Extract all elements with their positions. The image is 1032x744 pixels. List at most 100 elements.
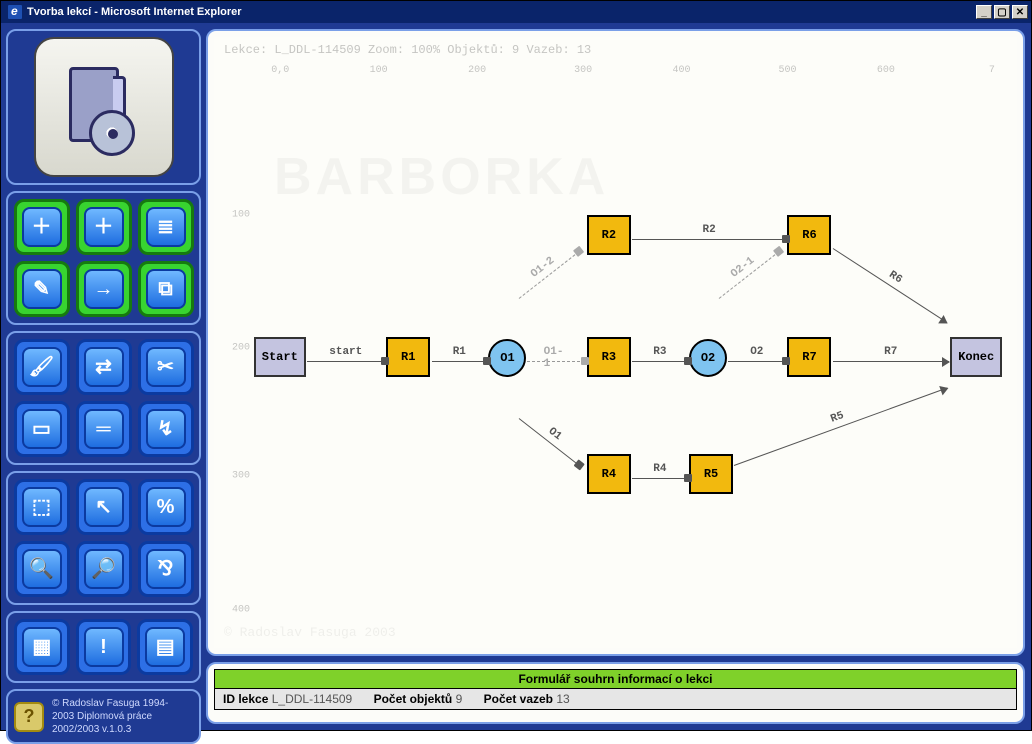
clone-item-icon: ⧉	[158, 279, 172, 299]
obj-label: Počet objektů	[374, 692, 453, 706]
tool-align[interactable]: ═	[76, 401, 132, 457]
tool-percent-list[interactable]: %	[138, 479, 194, 535]
tool-group-1: ＋ ＋ ≣ ✎ → ⧉	[6, 191, 201, 325]
maximize-button[interactable]: ▢	[994, 5, 1010, 19]
form-title: Formulář souhrn informací o lekci	[214, 669, 1017, 689]
edit-lesson-icon: ✎	[33, 279, 50, 299]
tool-edit-lesson[interactable]: ✎	[14, 261, 70, 317]
sidebar: ＋＋≣✎→⧉ 🖌⇄✂▭═↯ ⬚↖%🔍🔎⅋ ▦!▤ ? © Radoslav Fa…	[1, 23, 206, 730]
list-items-icon: ≣	[157, 217, 174, 237]
obj-value: 9	[456, 692, 463, 706]
node-end[interactable]: Konec	[950, 337, 1002, 377]
node-r4[interactable]: R4	[587, 454, 631, 494]
node-start[interactable]: Start	[254, 337, 306, 377]
add-item-icon: ＋	[94, 217, 114, 237]
minimize-button[interactable]: _	[976, 5, 992, 19]
edge-r4-r5[interactable]: R4	[632, 478, 687, 479]
tool-zoom-percent[interactable]: ⅋	[138, 541, 194, 597]
paint-icon: 🖌	[29, 357, 54, 377]
tool-link-items[interactable]: →	[76, 261, 132, 317]
node-o1[interactable]: O1	[488, 339, 526, 377]
node-r3[interactable]: R3	[587, 337, 631, 377]
node-r5[interactable]: R5	[689, 454, 733, 494]
ie-icon	[7, 4, 23, 20]
form-row: ID lekce L_DDL-114509 Počet objektů 9 Po…	[214, 689, 1017, 710]
edge-r5-end[interactable]: R5	[734, 388, 948, 467]
close-button[interactable]: ✕	[1012, 5, 1028, 19]
layer-icon: ▭	[32, 419, 51, 439]
tool-highlight-error[interactable]: !	[76, 619, 132, 675]
tool-list-items[interactable]: ≣	[138, 199, 194, 255]
graph: Start R1 O1 R2 R3 R4 O2 R	[250, 81, 1007, 638]
select-path-icon: ↯	[157, 419, 174, 439]
tool-pointer-area[interactable]: ⬚	[14, 479, 70, 535]
tool-cut[interactable]: ✂	[138, 339, 194, 395]
tool-overview[interactable]: ▦	[14, 619, 70, 675]
cut-icon: ✂	[157, 357, 174, 377]
tool-add-item[interactable]: ＋	[76, 199, 132, 255]
node-r7[interactable]: R7	[787, 337, 831, 377]
node-r2[interactable]: R2	[587, 215, 631, 255]
ruler-y: 100 200 300 400	[224, 81, 250, 638]
titlebar: Tvorba lekcí - Microsoft Internet Explor…	[1, 1, 1031, 23]
pointer-area-icon: ⬚	[32, 497, 51, 517]
tool-add-lesson[interactable]: ＋	[14, 199, 70, 255]
ruler-x: 0,0 100 200 300 400 500 600 7	[250, 65, 1007, 79]
tool-zoom-out[interactable]: 🔎	[76, 541, 132, 597]
app-logo[interactable]	[34, 37, 174, 177]
overview-icon: ▦	[32, 637, 51, 657]
help-icon[interactable]: ?	[14, 702, 44, 732]
copyright: © Radoslav Fasuga 1994- 2003 Diplomová p…	[52, 697, 168, 736]
canvas-status: Lekce: L_DDL-114509 Zoom: 100% Objektů: …	[214, 37, 1017, 59]
link-items-icon: →	[94, 279, 114, 299]
swap-icon: ⇄	[95, 357, 112, 377]
canvas-card: Lekce: L_DDL-114509 Zoom: 100% Objektů: …	[206, 29, 1025, 656]
align-icon: ═	[96, 419, 110, 439]
link-value: 13	[556, 692, 569, 706]
edge-o2-r7[interactable]: O2	[728, 361, 786, 362]
highlight-error-icon: !	[100, 637, 107, 657]
window: Tvorba lekcí - Microsoft Internet Explor…	[0, 0, 1032, 731]
node-r6[interactable]: R6	[787, 215, 831, 255]
add-lesson-icon: ＋	[32, 217, 52, 237]
edge-r7-end[interactable]: R7	[833, 361, 949, 362]
tool-select-path[interactable]: ↯	[138, 401, 194, 457]
app-frame: ＋＋≣✎→⧉ 🖌⇄✂▭═↯ ⬚↖%🔍🔎⅋ ▦!▤ ? © Radoslav Fa…	[1, 23, 1031, 730]
zoom-percent-icon: ⅋	[158, 559, 174, 579]
link-label: Počet vazeb	[484, 692, 553, 706]
edge-o1-r2[interactable]: O1-2	[518, 252, 578, 299]
zoom-in-icon: 🔍	[29, 559, 54, 579]
edge-r1-o1[interactable]: R1	[432, 361, 487, 362]
tool-zoom-in[interactable]: 🔍	[14, 541, 70, 597]
zoom-out-icon: 🔎	[91, 559, 116, 579]
edge-o1-r4[interactable]: O1	[518, 418, 578, 465]
tool-clone-item[interactable]: ⧉	[138, 261, 194, 317]
logo-card	[6, 29, 201, 185]
tool-report[interactable]: ▤	[137, 619, 193, 675]
tool-paint[interactable]: 🖌	[14, 339, 70, 395]
canvas[interactable]: Lekce: L_DDL-114509 Zoom: 100% Objektů: …	[214, 37, 1017, 648]
tool-group-3: ⬚ ↖% 🔍 🔎 ⅋	[6, 471, 201, 605]
footer-card: ? © Radoslav Fasuga 1994- 2003 Diplomová…	[6, 689, 201, 744]
id-label: ID lekce	[223, 692, 268, 706]
main: Lekce: L_DDL-114509 Zoom: 100% Objektů: …	[206, 23, 1031, 730]
window-title: Tvorba lekcí - Microsoft Internet Explor…	[27, 6, 242, 18]
tool-swap[interactable]: ⇄	[76, 339, 132, 395]
tool-layer[interactable]: ▭	[14, 401, 70, 457]
edge-r3-o2[interactable]: R3	[632, 361, 687, 362]
tool-group-4: ▦! ▤	[6, 611, 201, 683]
edge-o1-r3[interactable]: O1-1	[527, 361, 585, 362]
pointer-icon: ↖	[95, 497, 112, 517]
tool-group-2: 🖌 ⇄ ✂ ▭ ═ ↯	[6, 331, 201, 465]
edge-r2-r6[interactable]: R2	[632, 239, 786, 240]
report-icon: ▤	[156, 637, 175, 657]
percent-list-icon: %	[157, 497, 175, 517]
id-value: L_DDL-114509	[272, 692, 353, 706]
edge-start-r1[interactable]: start	[307, 361, 385, 362]
node-o2[interactable]: O2	[689, 339, 727, 377]
form-card: Formulář souhrn informací o lekci ID lek…	[206, 662, 1025, 724]
tool-pointer[interactable]: ↖	[76, 479, 132, 535]
edge-o2-r6[interactable]: O2-1	[719, 252, 779, 299]
edge-r6-end[interactable]: R6	[833, 248, 948, 323]
node-r1[interactable]: R1	[386, 337, 430, 377]
